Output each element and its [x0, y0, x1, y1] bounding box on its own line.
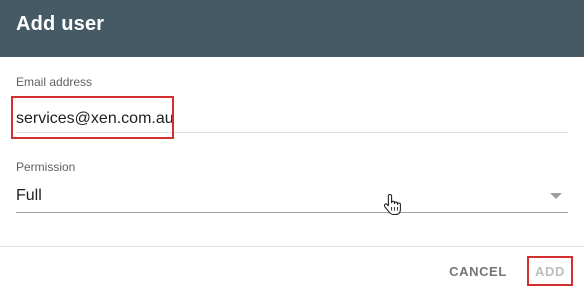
permission-selected-value: Full	[16, 187, 42, 204]
email-label: Email address	[16, 75, 93, 89]
permission-underline	[16, 212, 568, 213]
footer-divider	[0, 246, 584, 247]
email-highlight-box	[11, 96, 174, 139]
dialog-title: Add user	[16, 13, 105, 35]
permission-select[interactable]: Full	[16, 178, 568, 214]
add-user-dialog: Add user Email address services@xen.com.…	[0, 0, 584, 289]
add-highlight-box	[527, 256, 573, 286]
permission-label: Permission	[16, 160, 76, 174]
chevron-down-icon[interactable]	[550, 193, 562, 199]
dialog-header: Add user	[0, 0, 584, 57]
hand-pointer-cursor-icon	[384, 193, 401, 216]
cancel-button[interactable]: CANCEL	[443, 258, 513, 286]
